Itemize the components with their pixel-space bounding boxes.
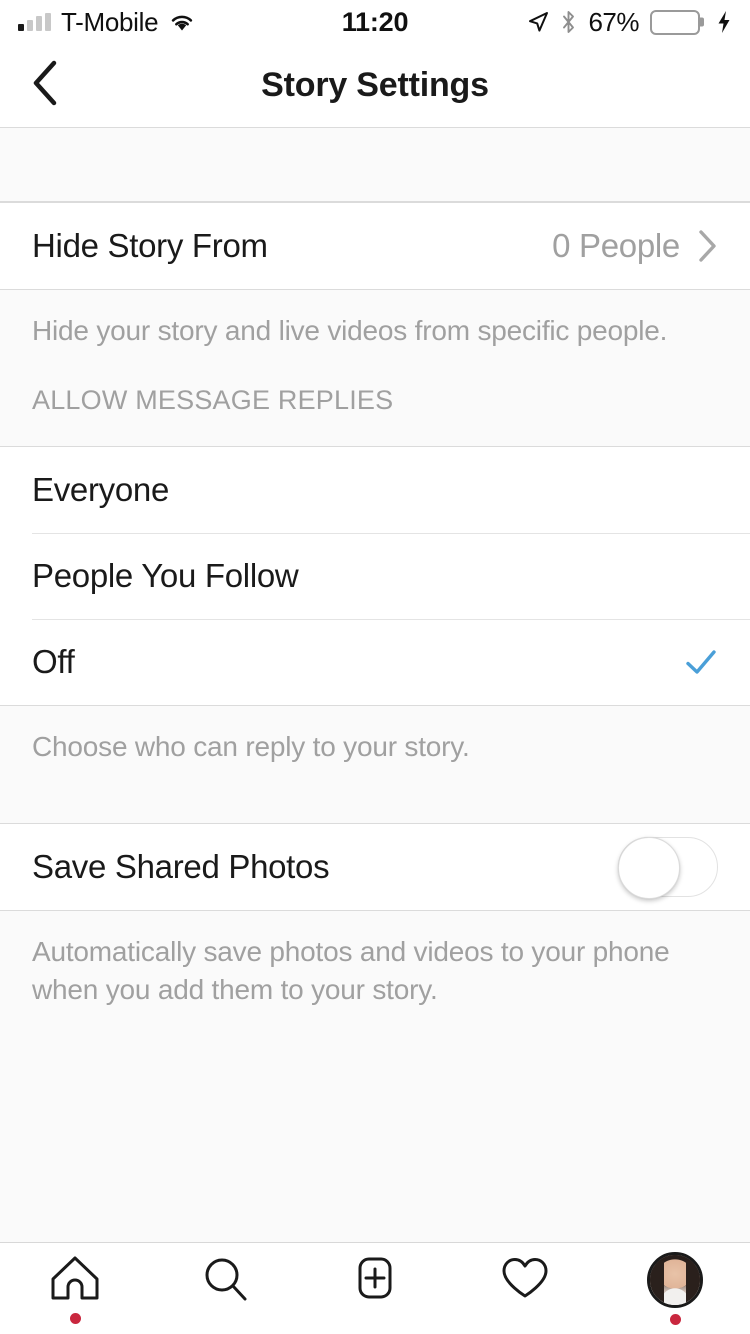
- hide-story-from-row[interactable]: Hide Story From 0 People: [0, 203, 750, 289]
- save-shared-photos-label: Save Shared Photos: [32, 848, 330, 886]
- battery-icon: [650, 9, 700, 35]
- home-badge-dot: [69, 1312, 81, 1324]
- toggle-knob: [618, 837, 680, 900]
- hide-story-footnote: Hide your story and live videos from spe…: [0, 290, 750, 350]
- chevron-left-icon: [32, 60, 58, 111]
- top-spacer: [0, 128, 750, 202]
- cellular-signal-icon: [18, 13, 51, 31]
- save-shared-photos-row[interactable]: Save Shared Photos: [0, 824, 750, 911]
- plus-square-icon: [349, 1254, 401, 1307]
- location-arrow-icon: [527, 11, 549, 33]
- search-icon: [199, 1254, 251, 1307]
- profile-avatar-icon: [647, 1252, 703, 1308]
- gap-before-replies: [0, 349, 750, 386]
- page-title: Story Settings: [261, 66, 489, 104]
- option-label: Everyone: [32, 471, 170, 509]
- status-bar-left: T-Mobile: [18, 7, 196, 38]
- option-row-off[interactable]: Off: [0, 619, 750, 706]
- back-button[interactable]: [0, 44, 90, 128]
- save-shared-photos-toggle[interactable]: [618, 837, 718, 900]
- tab-profile[interactable]: [600, 1243, 750, 1334]
- option-label: Off: [32, 643, 75, 681]
- status-bar: T-Mobile 11:20 67%: [0, 0, 750, 44]
- allow-message-replies-footnote: Choose who can reply to your story.: [0, 706, 750, 766]
- save-shared-photos-group: Save Shared Photos: [0, 823, 750, 912]
- nav-bar: Story Settings: [0, 44, 750, 128]
- tab-search[interactable]: [150, 1243, 300, 1334]
- option-right: [684, 645, 718, 679]
- option-row-people-you-follow[interactable]: People You Follow: [0, 533, 750, 620]
- save-shared-photos-footnote: Automatically save photos and videos to …: [0, 911, 750, 1008]
- option-label: People You Follow: [32, 557, 299, 595]
- phone-screen: T-Mobile 11:20 67% Story Settings Hide S…: [0, 0, 750, 1334]
- tab-home[interactable]: [0, 1243, 150, 1334]
- hide-story-from-label: Hide Story From: [32, 227, 268, 264]
- chevron-right-icon: [698, 229, 718, 263]
- checkmark-icon: [684, 645, 718, 679]
- gap-after-replies-header: [0, 416, 750, 447]
- allow-message-replies-group: Everyone People You Follow Off: [0, 446, 750, 707]
- hide-story-group: Hide Story From 0 People: [0, 202, 750, 290]
- save-shared-photos-right: [618, 837, 718, 900]
- settings-content: Hide Story From 0 People Hide your story…: [0, 128, 750, 1242]
- avatar-hair-left: [650, 1261, 664, 1305]
- bluetooth-icon: [560, 10, 577, 34]
- bottom-tab-bar: [0, 1242, 750, 1334]
- tab-activity[interactable]: [450, 1243, 600, 1334]
- wifi-icon: [168, 11, 196, 33]
- tab-add[interactable]: [300, 1243, 450, 1334]
- status-bar-right: 67%: [527, 7, 732, 38]
- profile-badge-dot: [669, 1314, 681, 1325]
- allow-message-replies-header: ALLOW MESSAGE REPLIES: [0, 385, 750, 417]
- hide-story-from-value: 0 People: [552, 227, 680, 264]
- home-icon: [49, 1254, 101, 1307]
- avatar-hair-right: [686, 1261, 700, 1305]
- option-row-everyone[interactable]: Everyone: [0, 447, 750, 534]
- gap-before-save-photos: [0, 765, 750, 824]
- heart-icon: [499, 1254, 551, 1307]
- hide-story-from-right: 0 People: [552, 227, 718, 265]
- battery-percent-label: 67%: [588, 6, 639, 37]
- carrier-name: T-Mobile: [61, 6, 159, 37]
- charging-bolt-icon: [716, 10, 732, 34]
